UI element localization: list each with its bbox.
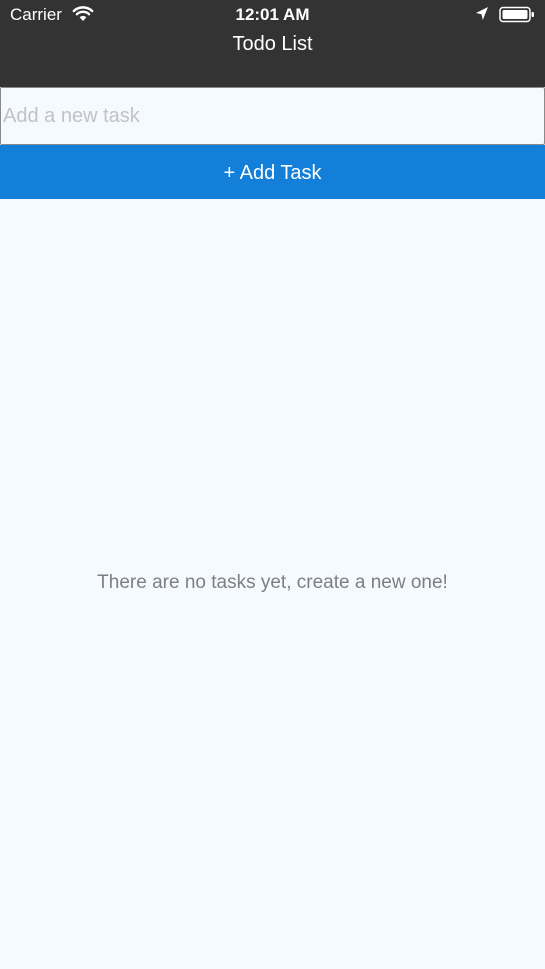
page-title: Todo List (232, 33, 313, 55)
empty-state-message: There are no tasks yet, create a new one… (97, 572, 448, 593)
new-task-input[interactable] (0, 87, 545, 145)
location-arrow-icon (476, 7, 488, 20)
add-task-button[interactable]: + Add Task (0, 145, 545, 199)
battery-icon (499, 6, 534, 23)
status-bar: Carrier 12:01 AM (0, 0, 545, 30)
status-time: 12:01 AM (235, 5, 310, 24)
app-header: Carrier 12:01 AM Todo List (0, 0, 545, 87)
